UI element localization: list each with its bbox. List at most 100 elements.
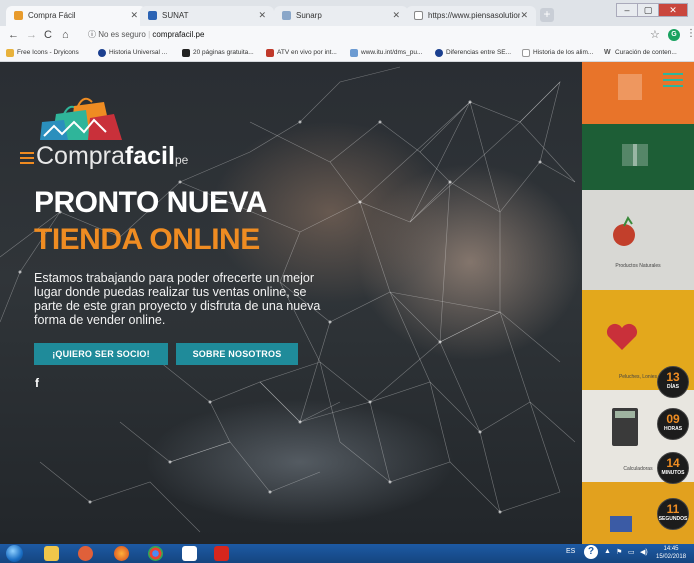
facebook-icon[interactable]: f: [35, 376, 39, 390]
countdown-value: 14: [666, 456, 680, 470]
window-controls: – ▢ ✕: [616, 3, 688, 17]
tab-piensasolutions[interactable]: https://www.piensasolutions.com ✕: [406, 6, 536, 26]
action-center-flag-icon[interactable]: ⚑: [616, 548, 622, 556]
brand-logo-text: Comprafacilpe: [36, 142, 188, 171]
windows-taskbar: ES ? ▲ ⚑ ▭ ◀) 14:45 15/02/2018: [0, 544, 694, 563]
headline-primary: PRONTO NUEVA: [34, 186, 267, 219]
countdown-value: 11: [666, 502, 680, 516]
bookmark-item[interactable]: www.itu.int/dms_pu...: [350, 49, 423, 57]
back-arrow-icon[interactable]: ←: [8, 29, 19, 41]
logo-suffix: pe: [174, 153, 189, 167]
compra-facil-favicon-icon: [14, 11, 23, 20]
tray-arrow-icon[interactable]: ▲: [604, 548, 611, 555]
bookmark-item[interactable]: Historia Universal ...: [98, 49, 168, 57]
language-indicator[interactable]: ES: [566, 548, 575, 555]
security-status: No es seguro: [98, 30, 146, 39]
tab-title: Sunarp: [296, 11, 322, 20]
star-favicon-icon: [6, 49, 14, 57]
url-domain: comprafacil.pe: [152, 30, 205, 39]
pdf-reader-icon[interactable]: [214, 546, 229, 561]
bookmark-label: Diferencias entre SE...: [446, 49, 512, 56]
shopping-bags-logo-icon: [40, 97, 122, 140]
home-icon[interactable]: ⌂: [62, 29, 69, 41]
bookmark-star-icon[interactable]: ☆: [650, 28, 660, 41]
close-tab-icon[interactable]: ✕: [520, 10, 528, 21]
bookmark-item[interactable]: 20 páginas gratuita...: [182, 49, 254, 57]
browser-toolbar: ← → C ⌂ ⓘ No es seguro | comprafacil.pe …: [0, 26, 694, 46]
chrome-icon[interactable]: [148, 546, 163, 561]
bookmark-label: Curación de conten...: [615, 49, 677, 56]
natural-products-icon: [613, 216, 635, 246]
media-player-icon[interactable]: [78, 546, 93, 561]
bookmark-label: Historia Universal ...: [109, 49, 168, 56]
gift-box-icon: [622, 144, 648, 166]
profile-avatar[interactable]: G: [668, 29, 680, 41]
close-window-button[interactable]: ✕: [658, 3, 688, 17]
forward-arrow-icon[interactable]: →: [26, 29, 37, 41]
sunarp-favicon-icon: [282, 11, 291, 20]
landing-page: Comprafacilpe PRONTO NUEVA TIENDA ONLINE…: [0, 62, 694, 544]
help-icon[interactable]: ?: [584, 545, 598, 559]
bookmark-item[interactable]: ATV en vivo por int...: [266, 49, 337, 57]
tab-compra-facil[interactable]: Compra Fácil ✕: [6, 6, 146, 26]
countdown-value: 13: [666, 370, 680, 384]
site-favicon-icon: [350, 49, 358, 57]
browser-menu-icon[interactable]: ⋮: [686, 28, 694, 39]
countdown-label: MINUTOS: [661, 470, 685, 476]
bookmark-item[interactable]: Free Icons - Dryicons: [6, 49, 79, 57]
system-clock[interactable]: 14:45 15/02/2018: [656, 545, 686, 561]
about-us-button[interactable]: SOBRE NOSOTROS: [176, 343, 298, 365]
bookmark-item[interactable]: Diferencias entre SE...: [435, 49, 512, 57]
logo-word-compra: Compra: [36, 142, 125, 170]
logo-speed-lines-icon: [20, 152, 34, 167]
hamburger-menu-icon[interactable]: [663, 73, 683, 91]
become-partner-button[interactable]: ¡QUIERO SER SOCIO!: [34, 343, 168, 365]
address-bar[interactable]: ⓘ No es seguro | comprafacil.pe: [88, 29, 204, 40]
browser-tab-bar: Compra Fácil ✕ SUNAT ✕ Sunarp ✕ https://…: [0, 0, 694, 26]
close-tab-icon[interactable]: ✕: [258, 10, 266, 21]
tab-sunarp[interactable]: Sunarp ✕: [274, 6, 408, 26]
countdown-days: 13 DÍAS: [657, 366, 689, 398]
info-icon[interactable]: ⓘ: [88, 30, 96, 39]
firefox-icon[interactable]: [114, 546, 129, 561]
volume-icon[interactable]: ◀): [640, 548, 648, 556]
countdown-hours: 09 HORAS: [657, 408, 689, 440]
countdown-label: SEGUNDOS: [658, 516, 688, 522]
hero-description: Estamos trabajando para poder ofrecerte …: [34, 271, 321, 327]
network-icon[interactable]: ▭: [628, 548, 635, 556]
countdown-value: 09: [666, 412, 680, 426]
clock-date: 15/02/2018: [656, 554, 687, 560]
countdown-label: HORAS: [663, 426, 683, 432]
logo-word-facil: facil: [124, 142, 175, 170]
minimize-button[interactable]: –: [616, 3, 638, 17]
bookmark-label: ATV en vivo por int...: [277, 49, 337, 56]
close-tab-icon[interactable]: ✕: [130, 10, 138, 21]
bookmark-label: Free Icons - Dryicons: [17, 49, 79, 56]
sunat-favicon-icon: [148, 11, 157, 20]
w-favicon-icon: W: [604, 49, 611, 56]
site-favicon-icon: [266, 49, 274, 57]
tab-sunat[interactable]: SUNAT ✕: [140, 6, 274, 26]
product-tile-natural[interactable]: Productos Naturales: [582, 190, 694, 290]
tile-caption: Productos Naturales: [615, 263, 661, 269]
site-favicon-icon: [182, 49, 190, 57]
bookmark-item[interactable]: Historia de los alim...: [522, 49, 593, 57]
bookmark-label: www.itu.int/dms_pu...: [361, 49, 423, 56]
bookmark-item[interactable]: W Curación de conten...: [604, 49, 677, 56]
new-tab-button[interactable]: +: [540, 8, 554, 22]
close-tab-icon[interactable]: ✕: [392, 10, 400, 21]
headline-secondary: TIENDA ONLINE: [34, 223, 260, 256]
site-favicon-icon: [98, 49, 106, 57]
reload-icon[interactable]: C: [44, 29, 52, 41]
file-explorer-icon[interactable]: [44, 546, 59, 561]
product-tile-gift[interactable]: [582, 124, 694, 190]
tab-title: https://www.piensasolutions.com: [428, 11, 520, 20]
document-viewer-icon[interactable]: [182, 546, 197, 561]
product-tile-bags[interactable]: [582, 62, 694, 124]
bookmark-label: 20 páginas gratuita...: [193, 49, 254, 56]
clock-time: 14:45: [663, 546, 679, 552]
maximize-button[interactable]: ▢: [637, 3, 659, 17]
start-button-icon[interactable]: [6, 545, 23, 562]
tab-title: SUNAT: [162, 11, 189, 20]
page-favicon-icon: [522, 49, 530, 57]
